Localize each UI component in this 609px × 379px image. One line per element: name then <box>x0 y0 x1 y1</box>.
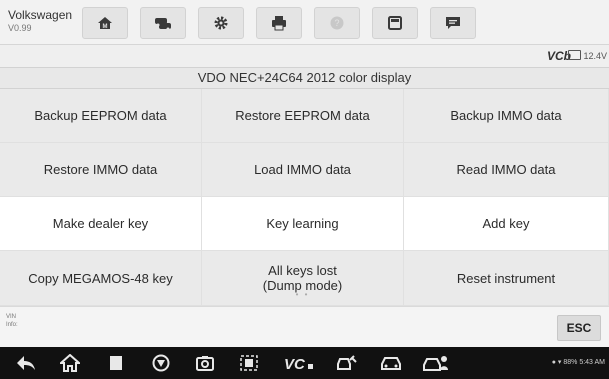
car-icon <box>381 357 401 370</box>
browser-icon <box>152 354 170 372</box>
key-learning-button[interactable]: Key learning <box>202 197 404 251</box>
function-label: Restore IMMO data <box>43 162 158 177</box>
page-title: VDO NEC+24C64 2012 color display <box>0 67 609 89</box>
data-logging-icon <box>446 17 460 29</box>
restore-immo-button[interactable]: Restore IMMO data <box>0 143 202 197</box>
esc-button[interactable]: ESC <box>557 315 601 341</box>
svg-text:VC: VC <box>284 356 306 371</box>
home-button[interactable]: M <box>82 7 128 39</box>
function-label: Copy MEGAMOS-48 key <box>28 270 173 286</box>
top-toolbar: Volkswagen V0.99 M ? <box>0 0 609 45</box>
load-immo-button[interactable]: Load IMMO data <box>202 143 404 197</box>
function-grid: Backup EEPROM data Restore EEPROM data B… <box>0 89 609 306</box>
camera-button[interactable] <box>194 353 216 373</box>
function-label: Key learning <box>266 216 339 231</box>
system-navigation-bar: VC ● ▾ 88% 5:43 AM <box>0 347 609 379</box>
function-label: Make dealer key <box>52 216 149 231</box>
vehicle-name: Volkswagen <box>8 8 73 22</box>
notification-icon: ● <box>551 359 556 366</box>
function-label: Backup IMMO data <box>450 108 562 123</box>
recent-apps-button[interactable] <box>106 353 126 373</box>
data-logging-button[interactable] <box>430 7 476 39</box>
support-button[interactable] <box>422 353 450 373</box>
service-button[interactable] <box>378 353 404 373</box>
function-label: Restore EEPROM data <box>235 108 370 123</box>
vehicle-swap-icon <box>155 18 171 31</box>
function-label: Load IMMO data <box>254 162 351 177</box>
function-label: Read IMMO data <box>456 162 556 177</box>
print-button[interactable] <box>256 7 302 39</box>
vin-label: VIN <box>6 314 17 320</box>
back-arrow-icon <box>17 356 35 370</box>
battery-icon <box>568 50 581 60</box>
save-button[interactable] <box>372 7 418 39</box>
save-icon <box>388 16 402 30</box>
remote-desk-button[interactable] <box>334 353 360 373</box>
function-label: Reset instrument <box>456 270 556 286</box>
function-label: Add key <box>482 216 530 231</box>
print-icon <box>272 16 286 31</box>
battery-time-text: 88% 5:43 AM <box>563 359 605 366</box>
system-status: ● ▾ 88% 5:43 AM <box>552 358 605 366</box>
read-immo-button[interactable]: Read IMMO data <box>404 143 609 197</box>
house-icon <box>60 354 80 372</box>
back-button[interactable] <box>14 353 38 373</box>
settings-gear-icon <box>214 16 228 30</box>
add-key-button[interactable]: Add key <box>404 197 609 251</box>
make-dealer-key-button[interactable]: Make dealer key <box>0 197 202 251</box>
home-icon: M <box>98 17 112 30</box>
help-button[interactable]: ? <box>314 7 360 39</box>
function-label: Backup EEPROM data <box>34 108 167 123</box>
vehicle-swap-button[interactable] <box>140 7 186 39</box>
status-strip: VCb 12.4V <box>0 45 609 67</box>
car-person-icon <box>423 356 448 371</box>
screenshot-icon <box>240 355 258 371</box>
android-home-button[interactable] <box>58 353 82 373</box>
vehicle-info-block: VIN Info: <box>6 313 18 329</box>
vci-icon: VC <box>284 356 313 371</box>
function-label-line1: All keys lost <box>268 263 337 278</box>
info-footer: VIN Info: ESC <box>0 306 609 347</box>
software-version: V0.99 <box>8 23 32 33</box>
all-keys-lost-button[interactable]: All keys lost (Dump mode) • • <box>202 251 404 306</box>
reset-instrument-button[interactable]: Reset instrument <box>404 251 609 306</box>
restore-eeprom-button[interactable]: Restore EEPROM data <box>202 89 404 143</box>
page-indicator-dots: • • <box>295 290 310 299</box>
svg-text:M: M <box>103 24 108 30</box>
car-wrench-icon <box>337 355 357 370</box>
settings-button[interactable] <box>198 7 244 39</box>
wifi-icon: ▾ <box>557 359 562 366</box>
vci-manager-button[interactable]: VC <box>282 353 316 373</box>
backup-immo-button[interactable]: Backup IMMO data <box>404 89 609 143</box>
recent-apps-icon <box>110 356 122 370</box>
help-icon: ? <box>330 16 344 30</box>
copy-megamos-key-button[interactable]: Copy MEGAMOS-48 key <box>0 251 202 306</box>
backup-eeprom-button[interactable]: Backup EEPROM data <box>0 89 202 143</box>
info-label: Info: <box>6 322 18 328</box>
vehicle-info: Volkswagen V0.99 <box>8 9 72 35</box>
svg-text:?: ? <box>334 18 339 28</box>
camera-icon <box>196 356 214 371</box>
browser-button[interactable] <box>150 353 172 373</box>
battery-voltage: 12.4V <box>583 51 607 61</box>
screenshot-button[interactable] <box>238 353 260 373</box>
